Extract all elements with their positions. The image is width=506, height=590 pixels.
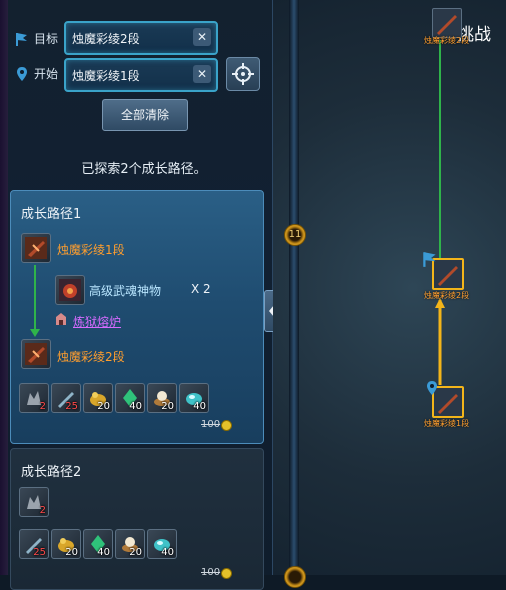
resource-qty: 40 — [161, 547, 174, 558]
station-link[interactable]: 炼狱熔炉 — [73, 313, 121, 330]
path-2-cost: 100 — [201, 567, 221, 578]
path-1-cost: 100 — [201, 419, 221, 430]
gold-coin-icon — [221, 568, 232, 579]
material-slot[interactable] — [55, 275, 85, 305]
item-slot-to[interactable] — [21, 339, 51, 369]
path-1-title: 成长路径1 — [21, 207, 82, 222]
from-item-name[interactable]: 烛魔彩绫1段 — [57, 241, 125, 258]
target-field[interactable]: 烛魔彩绫2段 ✕ — [64, 21, 218, 55]
map-path-lines — [435, 40, 445, 385]
location-pin-icon — [427, 381, 437, 395]
start-field[interactable]: 烛魔彩绫1段 ✕ — [64, 58, 218, 92]
map-node-bottom-label: 烛魔彩绫1段 — [424, 419, 470, 428]
growth-path-card-1[interactable]: 成长路径1 烛魔彩绫1段 高级武魂神物 X 2 炼狱熔炉 烛魔彩绫2段 2 25… — [10, 190, 264, 444]
weapon-item-icon — [25, 237, 47, 259]
target-value: 烛魔彩绫2段 — [72, 32, 140, 46]
rail-level-node[interactable]: 11 — [284, 224, 306, 246]
flag-icon — [16, 32, 27, 46]
resource-slot-1[interactable]: 2 — [19, 383, 49, 413]
start-value: 烛魔彩绫1段 — [72, 69, 140, 83]
resource-qty: 25 — [33, 547, 46, 558]
resource-qty: 40 — [193, 401, 206, 412]
path-2-title: 成长路径2 — [21, 465, 82, 480]
weapon-item-icon — [437, 15, 457, 35]
resource-qty: 20 — [65, 547, 78, 558]
clear-all-button[interactable]: 全部清除 — [102, 99, 188, 131]
target-label: 目标 — [34, 32, 59, 46]
map-rail — [289, 0, 299, 575]
resource-slot-4[interactable]: 20 — [115, 529, 145, 559]
resource-qty: 20 — [97, 401, 110, 412]
explored-status: 已探索2个成长路径。 — [81, 162, 207, 177]
resource-slot-5[interactable]: 20 — [147, 383, 177, 413]
clear-target-button[interactable]: ✕ — [193, 28, 211, 46]
resource-slot-1[interactable]: 25 — [19, 529, 49, 559]
start-row: 开始 — [14, 65, 68, 82]
rail-level-node-bottom[interactable] — [284, 566, 306, 588]
location-pin-icon — [17, 66, 27, 81]
item-slot-from[interactable] — [21, 233, 51, 263]
target-row: 目标 — [14, 30, 68, 47]
resource-qty: 40 — [129, 401, 142, 412]
resource-qty: 25 — [65, 401, 78, 412]
clear-start-button[interactable]: ✕ — [193, 65, 211, 83]
resource-slot-3[interactable]: 40 — [83, 529, 113, 559]
growth-path-card-2[interactable]: 成长路径2 2 25 20 40 20 40 100 — [10, 448, 264, 590]
spirit-orb-icon — [59, 279, 81, 301]
resource-qty: 2 — [39, 401, 46, 412]
material-name[interactable]: 高级武魂神物 — [89, 282, 161, 299]
resource-slot-5[interactable]: 40 — [147, 529, 177, 559]
map-node-top-label: 烛魔彩绫2段 — [424, 36, 470, 45]
resource-qty: 40 — [97, 547, 110, 558]
resource-qty: 20 — [129, 547, 142, 558]
start-label: 开始 — [34, 67, 59, 81]
resource-qty: 20 — [161, 401, 174, 412]
furnace-icon — [56, 313, 66, 325]
resource-slot-6[interactable]: 40 — [179, 383, 209, 413]
material-quantity: X 2 — [191, 282, 211, 296]
to-item-name[interactable]: 烛魔彩绫2段 — [57, 348, 125, 365]
crosshair-icon — [232, 63, 254, 85]
weapon-item-icon — [25, 343, 47, 365]
resource-slot-4[interactable]: 40 — [115, 383, 145, 413]
map-node-mid-label: 烛魔彩绫2段 — [424, 291, 470, 300]
growth-map[interactable] — [273, 0, 506, 575]
resource-slot-2[interactable]: 20 — [51, 529, 81, 559]
locate-button[interactable] — [226, 57, 260, 91]
flag-icon — [423, 252, 436, 267]
path-2-top-slot[interactable]: 2 — [19, 487, 49, 517]
gold-coin-icon — [221, 420, 232, 431]
resource-slot-2[interactable]: 25 — [51, 383, 81, 413]
map-node-challenge[interactable] — [432, 8, 462, 38]
resource-slot-3[interactable]: 20 — [83, 383, 113, 413]
green-down-arrow-icon — [30, 265, 40, 337]
resource-qty: 2 — [39, 505, 46, 516]
